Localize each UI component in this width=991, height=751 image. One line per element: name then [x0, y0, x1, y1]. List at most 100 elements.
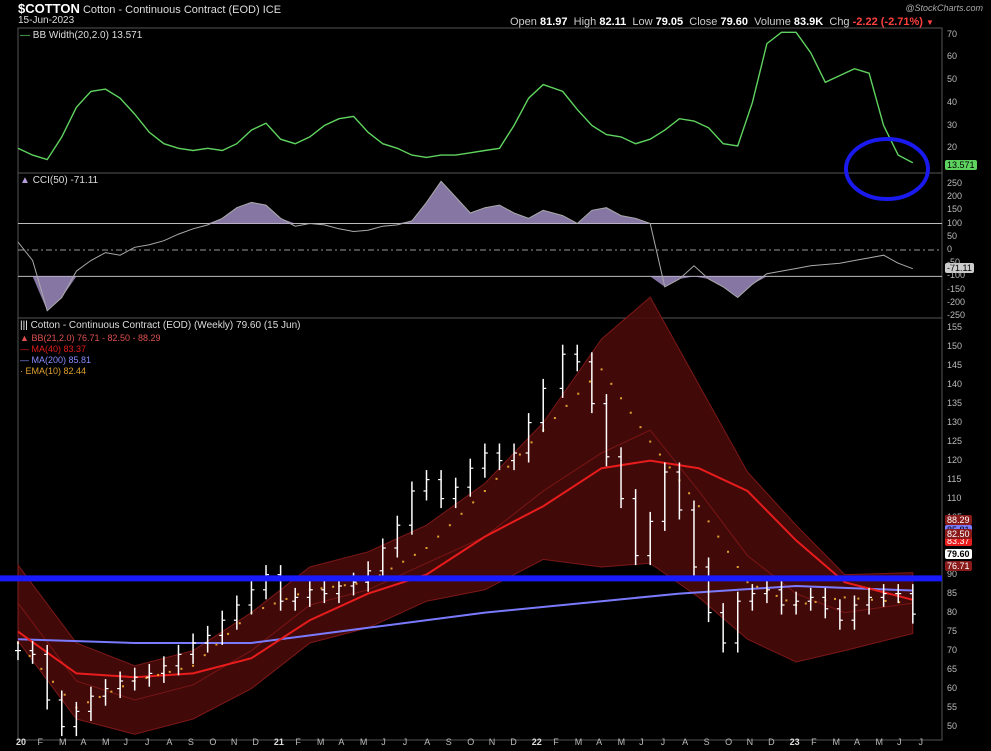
- cci-ytick: -250: [947, 310, 966, 320]
- legend-ma200: — MA(200) 85.81: [20, 355, 91, 365]
- x-tick: S: [703, 737, 710, 747]
- bbw-value-tag: 13.571: [945, 160, 977, 170]
- x-tick: N: [488, 737, 496, 747]
- cci-ytick: 250: [947, 177, 963, 188]
- x-tick: J: [144, 737, 150, 747]
- ema10-dot: [668, 466, 671, 469]
- x-tick: S: [187, 737, 194, 747]
- bbw-label-text: BB Width(20,2.0) 13.571: [32, 30, 143, 41]
- instrument-name: Cotton - Continuous Contract (EOD): [82, 4, 260, 16]
- ema10-dot: [273, 602, 276, 605]
- cci-ytick: 200: [947, 191, 963, 202]
- ema10-dot: [192, 664, 195, 667]
- open-value: 81.97: [539, 16, 568, 28]
- price-ytick: 65: [947, 663, 958, 674]
- ema10-dot: [814, 600, 817, 603]
- bbw-ytick: 70: [947, 28, 958, 39]
- bbw-line: [17, 31, 914, 164]
- x-tick: J: [402, 737, 408, 747]
- ema10-dot: [610, 382, 613, 385]
- ema10-dot: [238, 622, 241, 625]
- volume-label: Volume: [754, 16, 791, 28]
- ema10-dot: [518, 453, 521, 456]
- ema10-dot: [507, 465, 510, 468]
- ema10-dot: [649, 440, 652, 443]
- ema10-dot: [577, 392, 580, 395]
- cci-line: [17, 180, 913, 312]
- watermark: @StockCharts.com: [905, 3, 983, 13]
- panel-frame-1: [17, 172, 943, 319]
- close-value: 79.60: [720, 16, 748, 28]
- x-tick: J: [918, 737, 924, 747]
- x-tick: D: [510, 737, 517, 747]
- bb-legend-icon: ▲: [20, 333, 29, 343]
- ema10-dot: [884, 599, 887, 602]
- close-label: Close: [689, 16, 718, 28]
- low-value: 79.05: [655, 16, 684, 28]
- price-ytick: 85: [947, 587, 958, 598]
- ema10-dot: [658, 453, 661, 456]
- x-tick: 21: [273, 737, 284, 747]
- high-label: High: [573, 16, 597, 28]
- x-tick: M: [574, 737, 583, 747]
- legend-bb-text: BB(21,2.0) 76.71 - 82.50 - 88.29: [31, 333, 161, 343]
- ema10-dot: [483, 490, 486, 492]
- ema10-dot: [390, 567, 393, 570]
- high-value: 82.11: [599, 16, 627, 28]
- down-arrow-icon: ▼: [926, 18, 934, 27]
- x-tick: J: [381, 737, 386, 747]
- price-ytick: 140: [947, 378, 963, 389]
- legend-ema10: · EMA(10) 82.44: [20, 366, 86, 376]
- ema10-dot: [227, 632, 230, 635]
- ema10-dot: [697, 505, 700, 508]
- cci-ytick: -50: [947, 257, 961, 268]
- low-label: Low: [632, 16, 653, 28]
- x-tick: F: [295, 737, 301, 747]
- cci-area-icon: ▲: [20, 175, 30, 186]
- ema10-dot: [425, 547, 428, 549]
- ema10-dot: [63, 693, 66, 696]
- price-ytick: 135: [947, 397, 963, 408]
- ema10-dot: [122, 685, 125, 688]
- ma200-legend-icon: —: [20, 355, 29, 365]
- chart-canvas: [0, 27, 943, 741]
- ema10-dot: [629, 411, 632, 414]
- x-tick: M: [617, 737, 626, 747]
- ema10-dot: [297, 593, 300, 596]
- cci-oversold-fill: [18, 276, 913, 311]
- x-tick: J: [897, 737, 902, 747]
- x-tick: 20: [16, 737, 27, 747]
- ema10-dot: [775, 594, 778, 597]
- bbw-ytick: 60: [947, 51, 958, 62]
- x-tick: J: [660, 737, 666, 747]
- symbol: $COTTON: [18, 1, 80, 16]
- ema10-dot: [756, 585, 759, 588]
- price-ytick: 75: [947, 625, 958, 636]
- ema10-dot: [530, 441, 533, 444]
- ema10-dot: [736, 566, 739, 568]
- x-tick: A: [338, 737, 345, 747]
- x-tick: A: [682, 737, 689, 747]
- cci-ytick: 50: [947, 230, 958, 241]
- symbol-header: $COTTON Cotton - Continuous Contract (EO…: [18, 1, 281, 16]
- ema10-dot: [495, 477, 498, 480]
- ema10-dot: [110, 690, 113, 693]
- ema10-dot: [565, 404, 568, 407]
- x-tick: D: [768, 737, 775, 747]
- ema10-dot: [203, 654, 206, 657]
- ema10-dot: [620, 397, 623, 400]
- price-panel-label: ||| Cotton - Continuous Contract (EOD) (…: [20, 320, 301, 331]
- x-tick: A: [596, 737, 603, 747]
- ema10-dot: [600, 368, 603, 371]
- ema10-dot: [437, 535, 440, 538]
- ema10-dot: [472, 501, 475, 504]
- ema10-dot: [843, 596, 846, 599]
- price-ytick: 55: [947, 701, 958, 712]
- ema10-dot: [98, 695, 101, 698]
- ema10-dot: [343, 584, 346, 587]
- exchange: ICE: [262, 4, 282, 16]
- price-ytick: 145: [947, 359, 963, 370]
- price-ytick: 155: [947, 321, 963, 332]
- ema10-dot: [688, 492, 691, 495]
- price-ytick: 50: [947, 720, 958, 731]
